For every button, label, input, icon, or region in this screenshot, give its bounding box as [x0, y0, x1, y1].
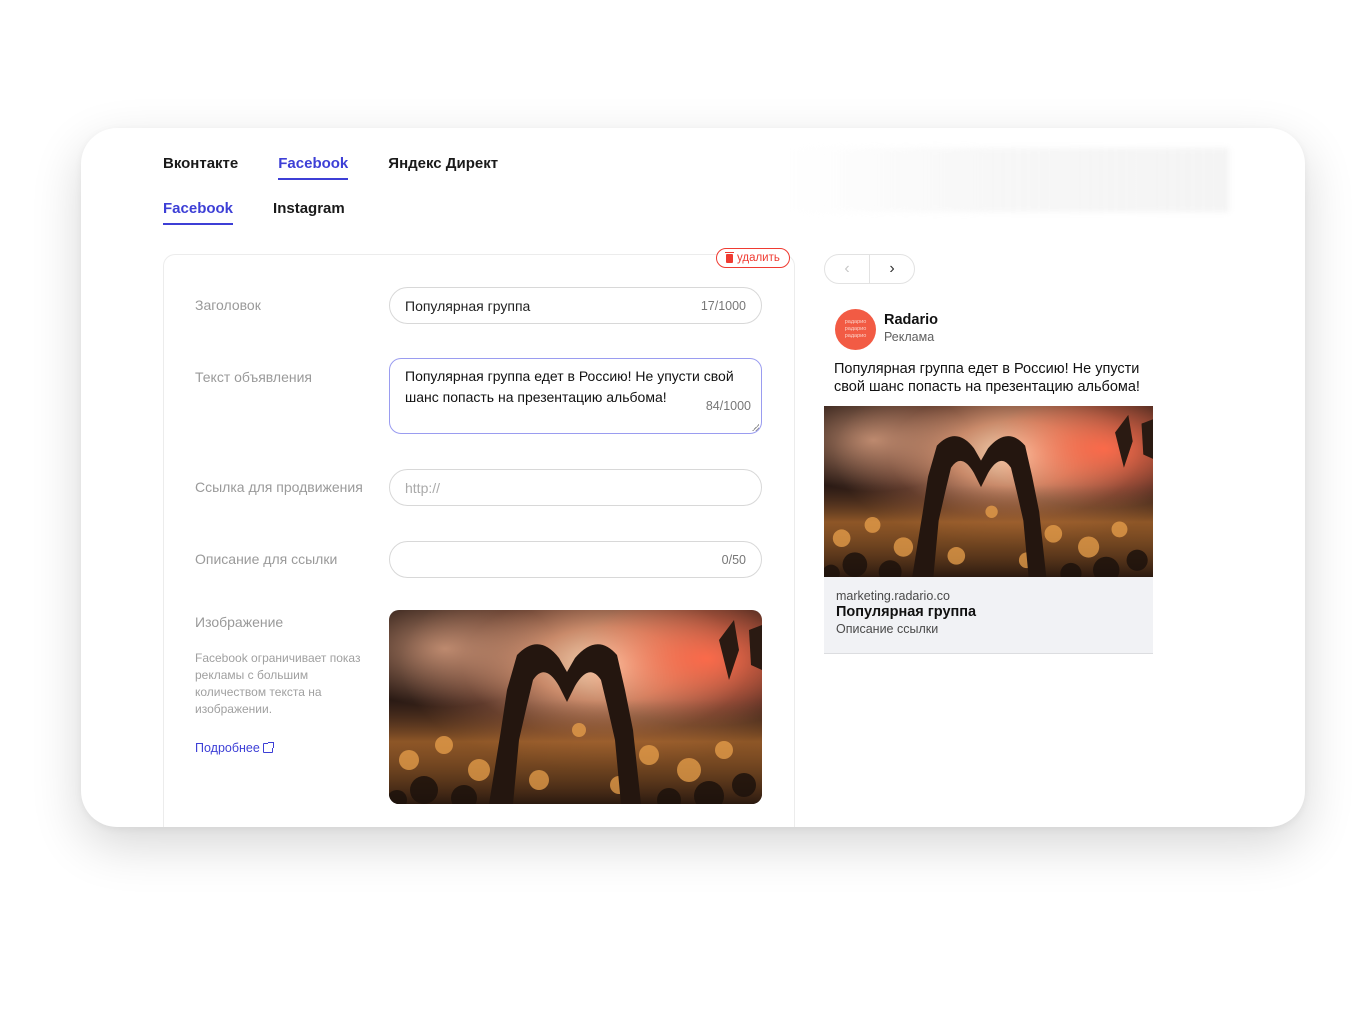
preview-nav: ‹ › [824, 254, 915, 284]
subtab-facebook[interactable]: Facebook [163, 200, 234, 225]
title-input[interactable]: Популярная группа 17/1000 [389, 287, 762, 324]
delete-button[interactable]: удалить [716, 248, 790, 268]
more-info-link[interactable]: Подробнее [195, 741, 274, 755]
link-domain: marketing.radario.co [836, 589, 950, 603]
resize-handle-icon[interactable] [752, 424, 759, 431]
ad-text-value: Популярная группа едет в Россию! Не упус… [405, 368, 734, 405]
ad-editor-card: Вконтакте Facebook Яндекс Директ Faceboo… [81, 128, 1305, 827]
link-description-label: Описание для ссылки [195, 551, 338, 567]
tab-vkontakte[interactable]: Вконтакте [163, 155, 238, 180]
tab-facebook[interactable]: Facebook [278, 155, 349, 180]
promo-link-label: Ссылка для продвижения [195, 479, 363, 495]
prev-button[interactable]: ‹ [825, 255, 870, 283]
sponsored-label: Реклама [884, 330, 935, 344]
avatar: радарио радарио радарио [835, 309, 876, 350]
title-label: Заголовок [195, 297, 261, 313]
placement-tabs: Facebook Instagram [163, 200, 385, 225]
page-name: Radario [884, 312, 938, 328]
link-preview-footer: marketing.radario.co Популярная группа О… [824, 577, 1153, 654]
external-link-icon [262, 742, 274, 753]
platform-tabs: Вконтакте Facebook Яндекс Директ [163, 155, 538, 180]
ad-text-counter: 84/1000 [705, 399, 751, 413]
next-button[interactable]: › [870, 255, 914, 283]
trash-icon [725, 251, 734, 263]
preview-image [824, 406, 1153, 577]
ad-text-label: Текст объявления [195, 369, 313, 385]
title-input-value: Популярная группа [405, 297, 531, 314]
image-label: Изображение [195, 614, 284, 630]
subtab-instagram[interactable]: Instagram [273, 200, 345, 225]
link-description-counter: 0/50 [721, 552, 746, 567]
promo-link-placeholder: http:// [405, 479, 441, 496]
ad-text-textarea[interactable]: Популярная группа едет в Россию! Не упус… [389, 358, 762, 434]
link-description: Описание ссылки [836, 622, 939, 636]
link-description-input[interactable]: 0/50 [389, 541, 762, 578]
more-info-label: Подробнее [195, 741, 260, 755]
tab-yandex-direct[interactable]: Яндекс Директ [388, 155, 498, 180]
decorative-fade [789, 148, 1229, 212]
title-counter: 17/1000 [700, 298, 746, 313]
image-hint: Facebook ограничивает показ рекламы с бо… [195, 651, 361, 716]
post-text: Популярная группа едет в Россию! Не упус… [834, 361, 1140, 395]
uploaded-image[interactable] [389, 610, 762, 804]
link-headline: Популярная группа [836, 604, 977, 620]
promo-link-input[interactable]: http:// [389, 469, 762, 506]
delete-label: удалить [737, 252, 780, 264]
